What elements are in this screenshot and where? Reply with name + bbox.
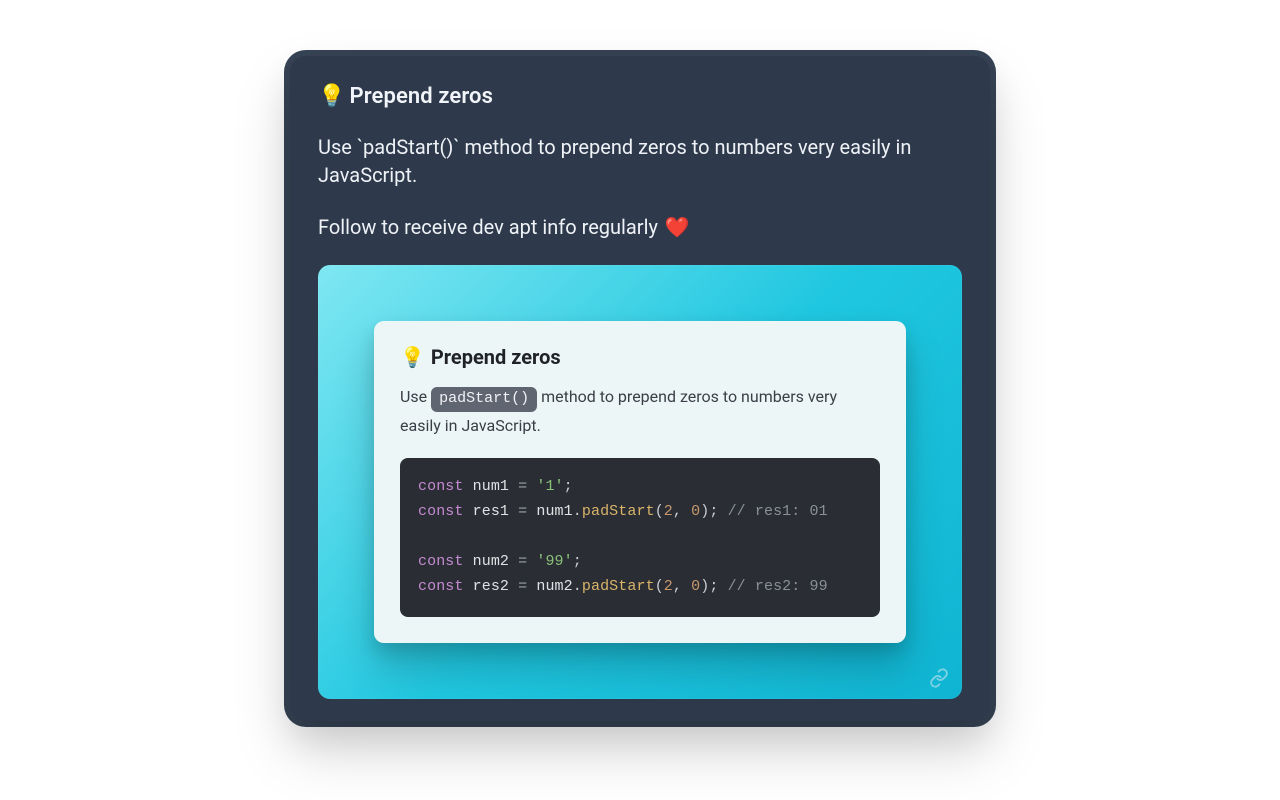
code-token: res1 [473,503,509,520]
code-token: const [418,503,464,520]
code-token: num2 [536,578,572,595]
inner-title: 💡 Prepend zeros [400,345,880,369]
link-icon[interactable] [928,667,950,689]
inner-desc-code-pill: padStart() [431,387,537,412]
code-token: = [518,578,527,595]
inner-desc-pre: Use [400,387,431,406]
code-token: . [573,578,582,595]
code-token: 2 [664,503,673,520]
code-token: ( [655,503,664,520]
code-token: 2 [664,578,673,595]
post-title-text: Prepend zeros [350,84,494,109]
code-token: num1 [536,503,572,520]
code-token: num2 [473,553,509,570]
code-token: ( [655,578,664,595]
code-token: 0 [691,578,700,595]
post-p1-code: padStart() [363,135,453,159]
code-token: = [518,553,527,570]
code-token: res2 [473,578,509,595]
inner-title-text: Prepend zeros [431,345,561,369]
code-token: = [518,503,527,520]
post-body: Use `padStart()` method to prepend zeros… [318,133,962,241]
inner-card: 💡 Prepend zeros Use padStart() method to… [374,321,906,643]
post-card: 💡 Prepend zeros Use `padStart()` method … [290,56,990,721]
code-token: ; [709,503,718,520]
post-title: 💡 Prepend zeros [318,84,962,109]
code-token: const [418,553,464,570]
code-token: . [573,503,582,520]
code-token: ; [709,578,718,595]
code-token: num1 [473,478,509,495]
stage: 💡 Prepend zeros Use `padStart()` method … [0,0,1280,800]
post-paragraph-2: Follow to receive dev apt info regularly… [318,213,962,241]
code-token: // res1: 01 [728,503,828,520]
code-token: padStart [582,578,655,595]
code-token: = [518,478,527,495]
code-token: // res2: 99 [728,578,828,595]
code-token: '1' [536,478,563,495]
code-token: 0 [691,503,700,520]
lightbulb-icon: 💡 [318,84,346,109]
heart-icon: ❤️ [665,215,690,239]
code-token: const [418,578,464,595]
code-token: ; [573,553,582,570]
code-token: '99' [536,553,572,570]
inner-description: Use padStart() method to prepend zeros t… [400,383,880,440]
post-paragraph-1: Use `padStart()` method to prepend zeros… [318,133,962,189]
code-token: , [673,503,682,520]
code-token: padStart [582,503,655,520]
code-token: ; [564,478,573,495]
code-block: const num1 = '1'; const res1 = num1.padS… [400,458,880,617]
code-token: ) [700,503,709,520]
code-token: ) [700,578,709,595]
code-token: , [673,578,682,595]
post-p2-text: Follow to receive dev apt info regularly [318,215,658,239]
lightbulb-icon: 💡 [400,345,425,369]
image-card[interactable]: 💡 Prepend zeros Use padStart() method to… [318,265,962,699]
code-token: const [418,478,464,495]
post-p1-pre: Use ` [318,135,363,159]
